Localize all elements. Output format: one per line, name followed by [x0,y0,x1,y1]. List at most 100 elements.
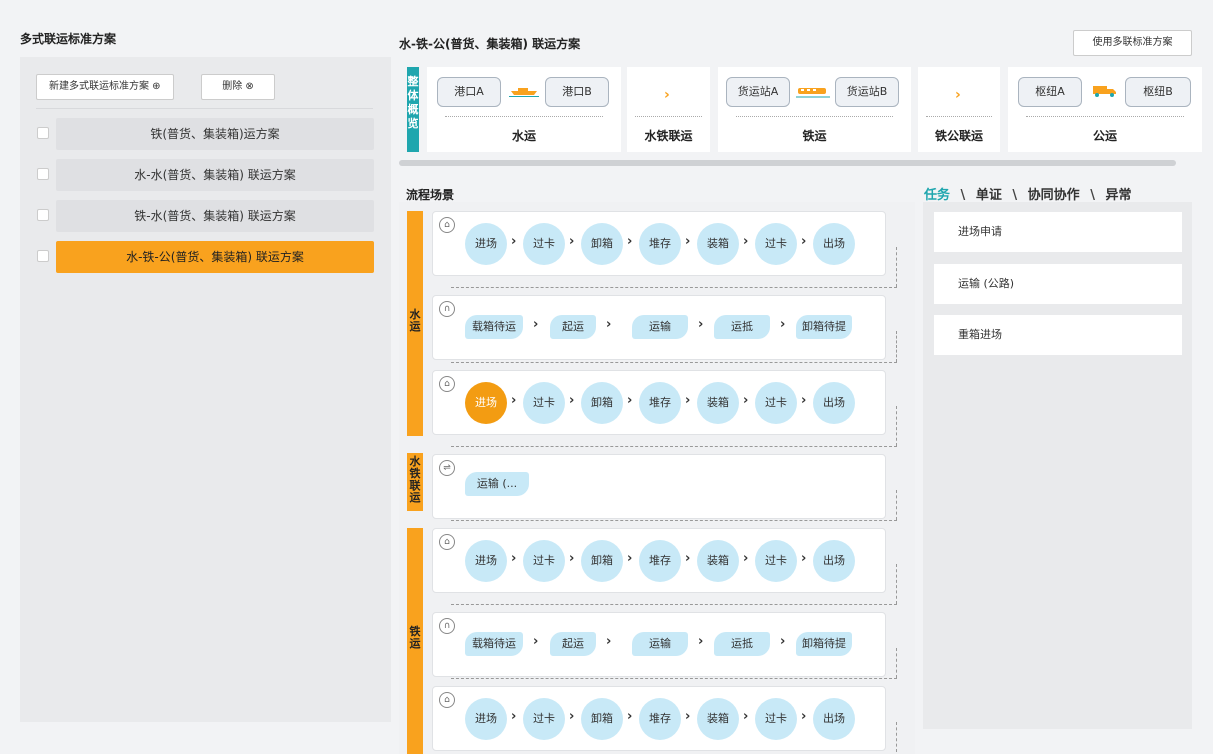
connector-line [896,722,897,752]
use-standard-plan-button[interactable]: 使用多联标准方案 [1073,30,1192,56]
flow-step[interactable]: 卸箱 [581,223,623,265]
flow-step[interactable]: 装箱 [697,540,739,582]
plan-list-header: 多式联运标准方案 [20,28,392,50]
flow-step[interactable]: 运输 [632,632,688,656]
flow-step[interactable]: 过卡 [523,382,565,424]
chevron-right-icon: › [533,634,539,649]
task-item[interactable]: 重箱进场 [934,315,1182,355]
flow-step[interactable]: 进场 [465,223,507,265]
overview-card-rail[interactable]: 货运站A 货运站B 铁运 [718,67,911,152]
flow-step[interactable]: 过卡 [755,223,797,265]
flow-step[interactable]: 进场 [465,382,507,424]
plan-item[interactable]: 水-水(普货、集装箱) 联运方案 [56,159,374,191]
flow-step[interactable]: 运抵 [714,315,770,339]
chevron-right-icon: › [685,393,691,408]
flow-step[interactable]: 出场 [813,382,855,424]
detail-tabs: 任务 \ 单证 \ 协同协作 \ 异常 [924,184,1132,203]
task-item[interactable]: 运输 (公路) [934,264,1182,304]
flow-step[interactable]: 过卡 [755,698,797,740]
overview-card-water[interactable]: 港口A 港口B 水运 [427,67,621,152]
flow-step[interactable]: 过卡 [523,540,565,582]
flow-step[interactable]: 进场 [465,540,507,582]
flow-step[interactable]: 卸箱 [581,698,623,740]
chevron-right-icon: › [685,709,691,724]
flow-step[interactable]: 运输 (... [465,472,529,496]
chevron-right-icon: › [511,551,517,566]
flow-step[interactable]: 卸箱 [581,540,623,582]
delete-plan-button[interactable]: 删除 ⊗ [201,74,275,100]
flow-step[interactable]: 堆存 [639,540,681,582]
flow-row: ⌂ 进场 › 过卡 › 卸箱 › 堆存 › 装箱 › 过卡 › 出场 [432,686,886,751]
mode-name: 铁公联运 [934,129,983,143]
chevron-right-icon: › [606,317,612,332]
overview-card-rail-road[interactable]: › 铁公联运 [918,67,1000,152]
flow-step[interactable]: 起运 [550,632,596,656]
flow-step[interactable]: 卸箱待提 [796,632,852,656]
mode-name: 公运 [1092,129,1117,143]
chevron-right-icon: › [664,87,670,103]
tab-separator: \ [960,188,966,203]
plan-item[interactable]: 铁-水(普货、集装箱) 联运方案 [56,200,374,232]
chevron-right-icon: › [569,393,575,408]
chevron-right-icon: › [743,551,749,566]
flow-step[interactable]: 运输 [632,315,688,339]
connector-line [451,678,897,679]
plan-item-active[interactable]: 水-铁-公(普货、集装箱) 联运方案 [56,241,374,273]
chevron-right-icon: › [627,551,633,566]
flow-step[interactable]: 卸箱待提 [796,315,852,339]
tab-documents[interactable]: 单证 [976,188,1002,203]
flow-step[interactable]: 卸箱 [581,382,623,424]
chevron-right-icon: › [511,709,517,724]
divider [926,116,992,117]
connector-line [896,406,897,446]
overview-label: 整体概览 [407,67,419,152]
flow-step[interactable]: 堆存 [639,223,681,265]
flow-step[interactable]: 堆存 [639,698,681,740]
tab-collaboration[interactable]: 协同协作 [1028,188,1080,203]
new-plan-button[interactable]: 新建多式联运标准方案 ⊕ [36,74,174,100]
flow-row: ∩ 载箱待运 › 起运 › 运输 › 运抵 › 卸箱待提 [432,295,886,360]
flow-step[interactable]: 载箱待运 [465,315,523,339]
plan-title: 水-铁-公(普货、集装箱) 联运方案 [399,37,581,51]
overview-card-road[interactable]: 枢纽A 枢纽B 公运 [1008,67,1202,152]
tab-tasks[interactable]: 任务 [924,188,950,203]
flow-step[interactable]: 装箱 [697,223,739,265]
chevron-right-icon: › [955,87,961,103]
flow-step[interactable]: 装箱 [697,698,739,740]
flow-step[interactable]: 过卡 [755,540,797,582]
flow-step[interactable]: 过卡 [755,382,797,424]
plan-checkbox[interactable] [37,127,49,139]
mode-name: 水运 [511,129,536,143]
plan-item[interactable]: 铁(普货、集装箱)运方案 [56,118,374,150]
node-port-b: 港口B [545,77,609,107]
flow-step[interactable]: 堆存 [639,382,681,424]
chevron-right-icon: › [627,234,633,249]
overview-scrollbar[interactable] [399,160,1176,166]
plan-checkbox[interactable] [37,168,49,180]
chevron-right-icon: › [627,709,633,724]
plan-checkbox[interactable] [37,250,49,262]
flow-step[interactable]: 起运 [550,315,596,339]
warehouse-icon: ⌂ [439,217,455,233]
flow-step[interactable]: 装箱 [697,382,739,424]
flow-step[interactable]: 过卡 [523,223,565,265]
ship-icon [509,88,539,97]
flow-step[interactable]: 出场 [813,223,855,265]
flow-step[interactable]: 出场 [813,698,855,740]
chevron-right-icon: › [698,317,704,332]
plan-list-panel [20,57,391,722]
flow-step[interactable]: 出场 [813,540,855,582]
overview-card-water-rail[interactable]: › 水铁联运 [627,67,710,152]
task-item[interactable]: 进场申请 [934,212,1182,252]
plan-checkbox[interactable] [37,209,49,221]
flow-step[interactable]: 进场 [465,698,507,740]
chevron-right-icon: › [685,551,691,566]
flow-row: ⇌ 运输 (... [432,454,886,519]
flow-step[interactable]: 运抵 [714,632,770,656]
flow-step[interactable]: 过卡 [523,698,565,740]
flow-step[interactable]: 载箱待运 [465,632,523,656]
connector-line [451,287,897,288]
tab-separator: \ [1090,188,1095,203]
connector-line [896,247,897,287]
tab-exceptions[interactable]: 异常 [1105,188,1131,203]
